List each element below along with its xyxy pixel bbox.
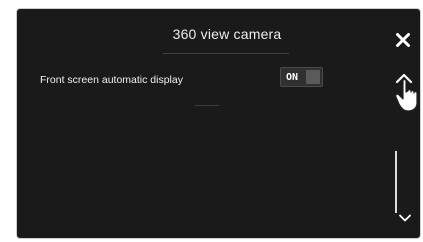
toggle-knob <box>306 70 320 84</box>
setting-label: Front screen automatic display <box>40 74 183 86</box>
row-divider <box>195 105 219 106</box>
close-button[interactable] <box>386 23 420 57</box>
close-icon <box>396 33 410 47</box>
scrollbar[interactable] <box>395 151 397 213</box>
chevron-down-icon[interactable] <box>398 213 412 223</box>
hand-pointer-icon <box>395 78 418 112</box>
camera-settings-panel: 360 view camera Front screen automatic d… <box>16 8 421 239</box>
front-screen-toggle[interactable]: ON <box>280 67 323 87</box>
toggle-state: ON <box>286 72 299 83</box>
page-title: 360 view camera <box>172 26 282 42</box>
title-divider <box>163 53 289 54</box>
setting-row-front-screen: Front screen automatic display ON <box>37 67 323 95</box>
